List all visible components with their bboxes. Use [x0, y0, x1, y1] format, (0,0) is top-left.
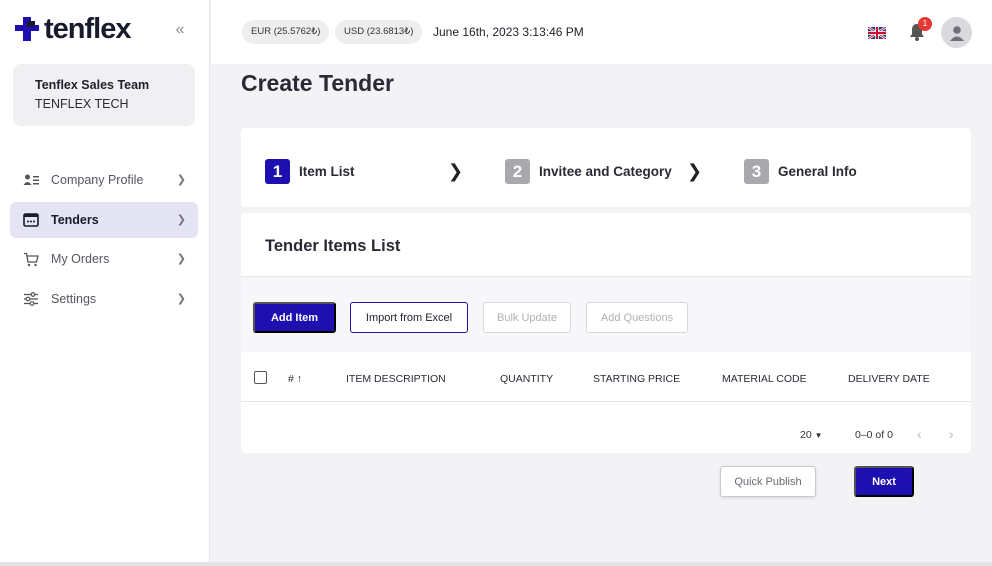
uk-flag-icon[interactable]	[868, 27, 886, 39]
logo[interactable]: tenflex	[14, 12, 131, 45]
chevron-right-icon: ❯	[176, 174, 186, 186]
notification-badge: 1	[918, 17, 932, 31]
column-header-item-description[interactable]: ITEM DESCRIPTION	[346, 373, 446, 385]
tenders-icon	[22, 211, 40, 229]
chevron-right-icon[interactable]: ›	[949, 426, 954, 442]
step-number: 3	[744, 159, 769, 184]
column-header-quantity[interactable]: QUANTITY	[500, 373, 553, 385]
column-header-label: #	[288, 373, 294, 385]
stepper: 1 Item List ❯ 2 Invitee and Category ❯ 3…	[241, 128, 971, 207]
usd-rate-chip: USD (23.6813₺)	[335, 20, 423, 44]
pagination: 20 ▼ 0–0 of 0 ‹ ›	[241, 403, 971, 453]
step-number: 2	[505, 159, 530, 184]
company-profile-icon	[22, 171, 40, 189]
sidebar-item-my-orders[interactable]: My Orders ❯	[10, 241, 198, 277]
sidebar: tenflex « Tenflex Sales Team TENFLEX TEC…	[0, 0, 210, 566]
column-header-number[interactable]: # ↑	[288, 373, 302, 385]
tenflex-logo-icon	[15, 17, 39, 41]
import-from-excel-button[interactable]: Import from Excel	[350, 302, 468, 333]
next-button[interactable]: Next	[854, 466, 914, 497]
step-item-list[interactable]: 1 Item List	[265, 159, 355, 184]
user-icon	[949, 25, 964, 41]
team-company: TENFLEX TECH	[35, 97, 129, 111]
add-item-button[interactable]: Add Item	[253, 302, 336, 333]
current-datetime: June 16th, 2023 3:13:46 PM	[433, 25, 584, 39]
arrow-up-icon: ↑	[296, 373, 303, 385]
sidebar-item-label: Settings	[51, 291, 97, 306]
tender-items-card: Tender Items List Add Item Import from E…	[241, 213, 971, 453]
logo-text: tenflex	[44, 12, 131, 45]
sidebar-item-label: Company Profile	[51, 173, 144, 187]
step-label: General Info	[778, 164, 857, 179]
select-all-checkbox[interactable]	[254, 371, 267, 384]
bulk-update-button[interactable]: Bulk Update	[483, 302, 571, 333]
items-toolbar: Add Item Import from Excel Bulk Update A…	[241, 277, 971, 352]
sidebar-item-label: Tenders	[51, 212, 99, 227]
double-chevron-left-icon[interactable]: «	[172, 20, 188, 40]
team-card: Tenflex Sales Team TENFLEX TECH	[13, 64, 195, 126]
bottom-border	[0, 562, 992, 566]
sidebar-nav: Company Profile ❯ Tenders ❯ My Orders ❯ …	[10, 162, 198, 320]
column-header-starting-price[interactable]: STARTING PRICE	[593, 373, 680, 385]
chevron-right-icon: ❯	[176, 253, 186, 265]
avatar[interactable]	[941, 17, 972, 48]
sidebar-item-company-profile[interactable]: Company Profile ❯	[10, 162, 198, 198]
cart-icon	[22, 250, 40, 268]
step-label: Invitee and Category	[539, 164, 672, 179]
step-label: Item List	[299, 164, 355, 179]
step-general-info[interactable]: 3 General Info	[744, 159, 857, 184]
sliders-icon	[22, 290, 40, 308]
sidebar-item-settings[interactable]: Settings ❯	[10, 281, 198, 317]
table-header: # ↑ ITEM DESCRIPTION QUANTITY STARTING P…	[241, 352, 971, 402]
chevron-right-icon: ❯	[448, 161, 464, 181]
column-header-delivery-date[interactable]: DELIVERY DATE	[848, 373, 930, 385]
section-title: Tender Items List	[265, 237, 401, 255]
chevron-right-icon: ❯	[176, 292, 186, 305]
rows-per-page-select[interactable]: 20 ▼	[800, 429, 823, 441]
sidebar-item-tenders[interactable]: Tenders ❯	[10, 201, 198, 238]
pagination-range: 0–0 of 0	[855, 429, 893, 441]
quick-publish-button[interactable]: Quick Publish	[720, 466, 816, 497]
chevron-left-icon[interactable]: ‹	[917, 426, 922, 442]
sidebar-item-label: My Orders	[51, 252, 110, 266]
step-invitee-and-category[interactable]: 2 Invitee and Category	[505, 159, 672, 184]
team-name: Tenflex Sales Team	[35, 78, 150, 92]
page-title: Create Tender	[241, 70, 394, 96]
rows-per-page-value: 20	[800, 429, 812, 441]
top-bar: EUR (25.5762₺) USD (23.6813₺) June 16th,…	[211, 0, 992, 64]
add-questions-button[interactable]: Add Questions	[586, 302, 688, 333]
eur-rate-chip: EUR (25.5762₺)	[242, 20, 330, 44]
caret-down-icon: ▼	[814, 431, 823, 440]
column-header-material-code[interactable]: MATERIAL CODE	[722, 373, 807, 385]
chevron-right-icon: ❯	[687, 161, 703, 181]
step-number: 1	[265, 159, 290, 184]
chevron-right-icon: ❯	[176, 213, 186, 226]
